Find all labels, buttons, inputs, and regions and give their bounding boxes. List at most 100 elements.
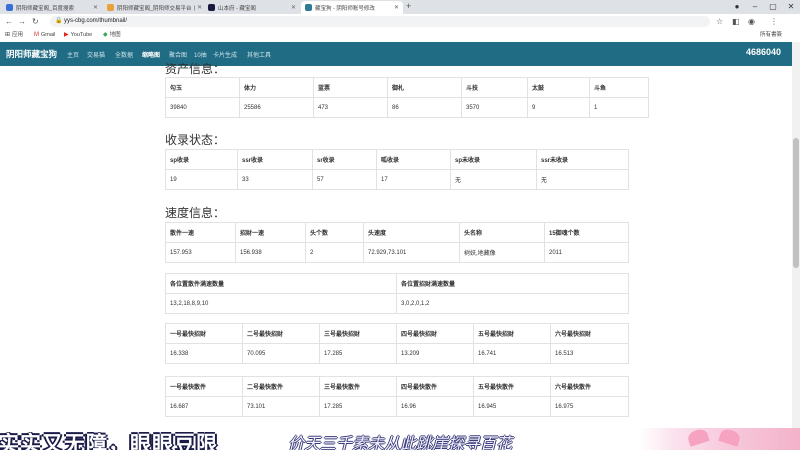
speed-summary-table: 散件一速 招财一速 头个数 头速度 头名称 15御魂个数 157.953 156…	[165, 222, 629, 263]
apps-grid-icon: ⊞	[5, 32, 11, 38]
value-cell: 13,2,18,8,9,10	[165, 293, 397, 314]
browser-tab-title: 藏宝狗 - 阴阳师账号修改	[315, 5, 375, 12]
gmail-icon: M	[34, 32, 39, 38]
table-row: 39840 25586 473 86 3570 9 1	[165, 97, 649, 118]
value-cell: 13.209	[396, 343, 474, 364]
browser-tab-1[interactable]: 阴阳师藏宝阁_百度搜索 ✕	[2, 1, 102, 14]
browser-tab-2[interactable]: 阴阳师藏宝阁_阴阳师交易平台丨 ✕	[103, 1, 203, 14]
close-tab-icon[interactable]: ✕	[291, 4, 296, 11]
lock-icon: 🔒	[55, 18, 63, 24]
fastest-sanjian-table: 一号最快散件 二号最快散件 三号最快散件 四号最快散件 五号最快散件 六号最快散…	[165, 376, 629, 417]
site-brand[interactable]: 阴阳师藏宝狗	[6, 48, 57, 60]
value-cell: 473	[313, 97, 388, 118]
bookmark-gmail[interactable]: M Gmail	[34, 31, 55, 40]
header-cell: 五号最快招财	[473, 323, 551, 344]
table-row: 13,2,18,8,9,10 3,0,2,0,1,2	[165, 293, 629, 314]
header-cell: 御札	[387, 77, 462, 98]
maps-pin-icon: ◆	[103, 32, 108, 38]
header-cell: 二号最快招财	[242, 323, 320, 344]
close-tab-icon[interactable]: ✕	[93, 4, 98, 11]
value-cell: 16.96	[396, 396, 474, 417]
header-cell: 呱收录	[376, 149, 451, 170]
value-cell: 无	[536, 169, 629, 190]
bookmark-youtube[interactable]: ▶ YouTube	[64, 31, 92, 40]
header-cell: 四号最快散件	[396, 376, 474, 397]
nav-trade[interactable]: 交易猫	[87, 50, 105, 59]
value-cell: 3,0,2,0,1,2	[396, 293, 629, 314]
subtitle-main: 实实又无障，眼眼豆限	[0, 433, 218, 450]
bookmark-maps[interactable]: ◆ 地图	[103, 31, 121, 40]
url-field[interactable]: 🔒 yys-cbg.com/thumbnail/	[50, 16, 710, 27]
browser-tab-title: 山本府 - 藏宝阁	[218, 5, 256, 12]
table-header-row: sp收录 ssr收录 sr收录 呱收录 sp未收录 ssr未收录	[165, 149, 629, 170]
minimize-icon[interactable]: –	[746, 0, 764, 14]
header-cell: ssr未收录	[536, 149, 629, 170]
table-row: 16.687 73.101 17.285 16.96 16.945 16.975	[165, 396, 629, 417]
table-row: 19 33 57 17 无 无	[165, 169, 629, 190]
header-cell: 15御魂个数	[544, 222, 629, 243]
header-cell: ssr收录	[237, 149, 313, 170]
value-cell: 86	[387, 97, 462, 118]
reload-icon[interactable]: ↻	[32, 15, 39, 28]
back-icon[interactable]: ←	[5, 15, 13, 28]
baidu-favicon-icon	[6, 4, 13, 11]
value-cell: 70.095	[242, 343, 320, 364]
nav-aggregate[interactable]: 聚合图	[169, 50, 187, 59]
value-cell: 9	[527, 97, 590, 118]
value-cell: 57	[312, 169, 377, 190]
header-cell: 头名称	[459, 222, 545, 243]
new-tab-icon[interactable]: +	[406, 1, 411, 11]
header-cell: 各位置招财满速数量	[396, 273, 629, 294]
header-cell: sp收录	[165, 149, 238, 170]
subtitle-secondary: 价天三千素未从此跳崖探寻百花	[288, 436, 513, 450]
youtube-icon: ▶	[64, 32, 69, 38]
profile-icon[interactable]: ●	[728, 0, 746, 14]
nav-card-gen[interactable]: 卡片生成	[213, 50, 237, 59]
nav-all-data[interactable]: 全数据	[115, 50, 133, 59]
header-cell: 勾玉	[165, 77, 240, 98]
header-cell: 三号最快散件	[319, 376, 397, 397]
header-cell: 招财一速	[235, 222, 306, 243]
section-title-assets: 资产信息：	[165, 62, 226, 76]
value-cell: 3570	[461, 97, 528, 118]
value-cell: 72.929,73.101	[363, 242, 460, 263]
bookmark-label: 所有書簽	[760, 32, 783, 38]
section-title-collection: 收录状态：	[165, 133, 226, 147]
header-cell: sr收录	[312, 149, 377, 170]
value-cell: 16.975	[550, 396, 629, 417]
close-tab-icon[interactable]: ✕	[394, 4, 399, 11]
value-cell: 16.513	[550, 343, 629, 364]
forward-icon[interactable]: →	[18, 15, 26, 28]
header-cell: 头个数	[305, 222, 364, 243]
browser-tab-3[interactable]: 山本府 - 藏宝阁 ✕	[204, 1, 300, 14]
nav-thumbnail[interactable]: 缩略图	[142, 50, 160, 59]
value-cell: 19	[165, 169, 238, 190]
close-tab-icon[interactable]: ✕	[197, 4, 202, 11]
browser-tab-strip: 阴阳师藏宝阁_百度搜索 ✕ 阴阳师藏宝阁_阴阳师交易平台丨 ✕ 山本府 - 藏宝…	[0, 0, 800, 14]
value-cell: 17	[376, 169, 451, 190]
bookmark-label: 地图	[109, 32, 121, 38]
menu-kebab-icon[interactable]: ⋮	[770, 15, 778, 28]
nav-home[interactable]: 主页	[67, 50, 79, 59]
header-cell: 五号最快散件	[473, 376, 551, 397]
nav-10-draw[interactable]: 10抽	[194, 50, 207, 59]
all-bookmarks[interactable]: 所有書簽	[760, 31, 782, 40]
extension-icon[interactable]: ◧	[732, 15, 740, 28]
value-cell: 25586	[239, 97, 314, 118]
value-cell: 17.285	[319, 396, 397, 417]
nav-other-tools[interactable]: 其他工具	[247, 50, 271, 59]
bookmark-label: Gmail	[41, 32, 56, 38]
page-scrollbar[interactable]	[792, 42, 800, 450]
browser-tab-4-active[interactable]: 藏宝狗 - 阴阳师账号修改 ✕	[301, 1, 403, 14]
value-cell: 156.938	[235, 242, 306, 263]
assets-table: 勾玉 体力 蓝票 御札 斗技 太鼓 斗鱼 39840 25586 473 86 …	[165, 77, 649, 118]
maximize-icon[interactable]: ▢	[764, 0, 782, 14]
header-cell: 斗鱼	[589, 77, 649, 98]
bookmark-apps[interactable]: ⊞ 应用	[5, 31, 23, 40]
header-cell: 各位置散件满速数量	[165, 273, 397, 294]
close-window-icon[interactable]: ✕	[782, 0, 800, 14]
account-icon[interactable]: ◉	[748, 15, 755, 28]
bookmark-star-icon[interactable]: ☆	[716, 15, 723, 28]
header-cell: 六号最快散件	[550, 376, 629, 397]
scrollbar-thumb[interactable]	[793, 138, 799, 268]
